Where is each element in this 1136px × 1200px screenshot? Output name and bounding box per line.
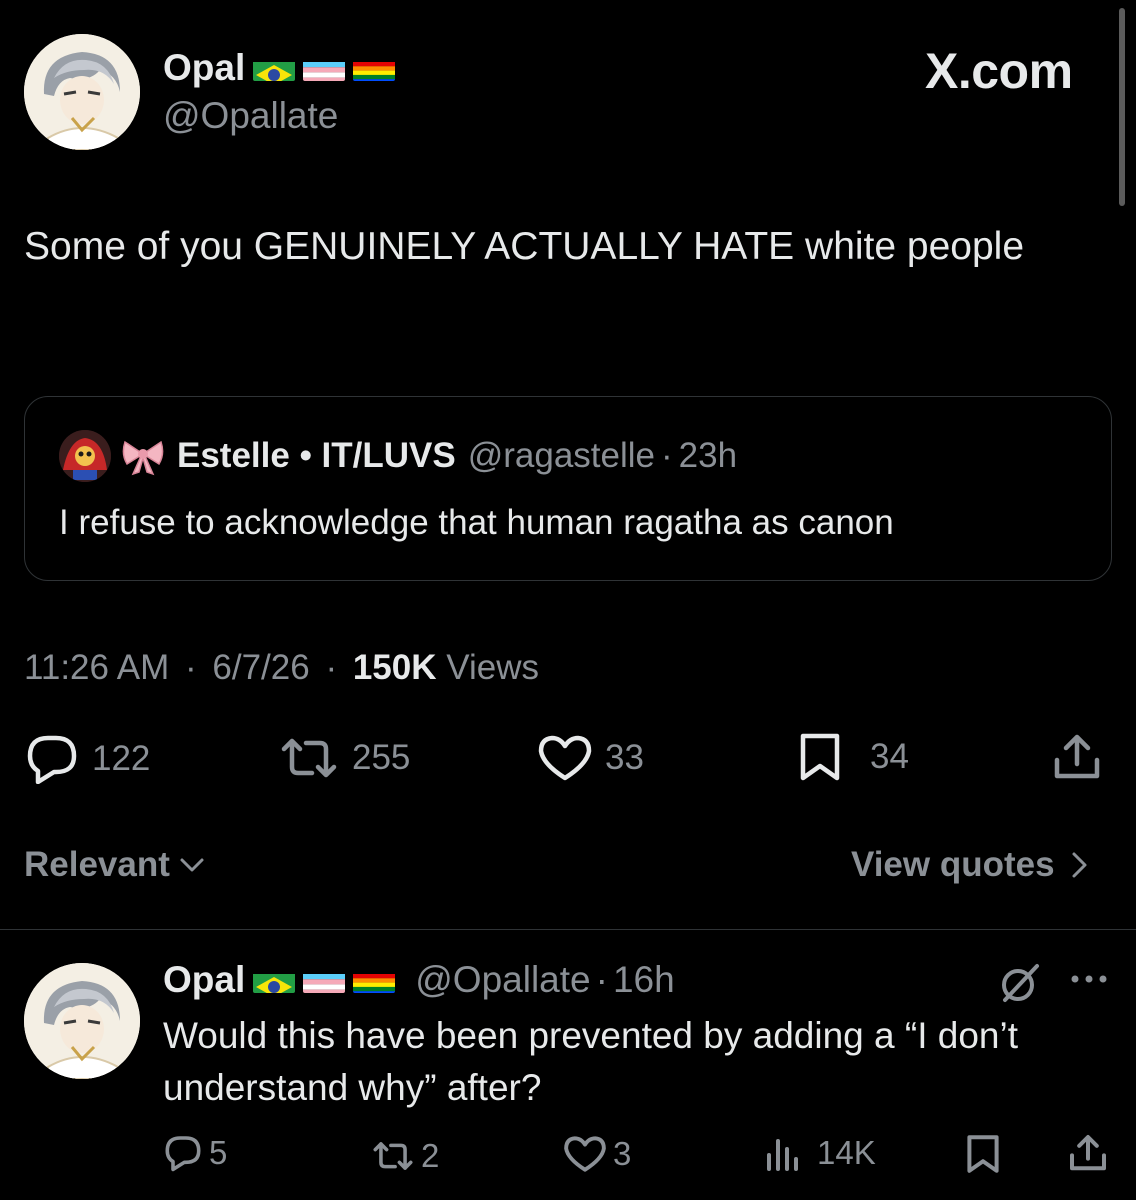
tweet-text: Some of you GENUINELY ACTUALLY HATE whit… <box>24 225 1025 268</box>
transgender-flag-icon <box>303 55 346 81</box>
reply-author-handle: @Opallate <box>415 959 591 1000</box>
quoted-author-avatar <box>59 430 111 482</box>
reply-views-count: 14K <box>817 1134 876 1171</box>
quoted-author-name: Estelle • IT/LUVS <box>177 436 456 475</box>
scrollbar[interactable] <box>1119 8 1125 206</box>
post-detail-page: Opal @Opallate X.com Some of you GENUINE… <box>0 0 1136 1200</box>
quoted-author-handle: @ragastelle <box>467 436 656 475</box>
heart-icon <box>564 1136 606 1172</box>
reply-reply-button[interactable]: 5 <box>163 1134 227 1172</box>
reply-text: Would this have been prevented by adding… <box>163 1015 1019 1108</box>
reply-repost-button[interactable]: 2 <box>371 1137 439 1175</box>
more-icon <box>1071 975 1107 983</box>
repost-icon <box>373 1142 413 1170</box>
grok-button[interactable] <box>997 960 1043 1011</box>
separator: · <box>661 436 673 475</box>
like-button[interactable]: 33 <box>537 734 644 782</box>
more-options-button[interactable] <box>1068 972 1110 991</box>
ribbon-bow-icon <box>121 436 165 476</box>
sort-dropdown[interactable]: Relevant <box>24 845 206 885</box>
sort-label: Relevant <box>24 845 170 884</box>
author-name: Opal <box>163 47 246 88</box>
heart-icon <box>538 735 592 781</box>
bookmark-icon <box>800 733 840 781</box>
reply-share-button[interactable] <box>1068 1133 1108 1178</box>
repost-count: 255 <box>352 738 411 777</box>
tweet-meta: 11:26 AM · 6/7/26 · 150K Views <box>24 648 539 688</box>
reply-author-name: Opal <box>163 959 246 1000</box>
quoted-timestamp: 23h <box>678 436 738 475</box>
quoted-tweet-header: Estelle • IT/LUVS @ragastelle · 23h <box>59 430 738 482</box>
reply-reply-count: 5 <box>209 1134 228 1171</box>
reply-repost-count: 2 <box>421 1137 440 1174</box>
reply-author-name-row[interactable]: Opal @Opallate · 16h <box>163 959 675 1001</box>
tweet-date: 6/7/26 <box>212 648 310 687</box>
views-count: 150K <box>352 648 437 687</box>
brazil-flag-icon <box>253 967 296 993</box>
share-icon <box>1070 1135 1106 1171</box>
reply-views-button[interactable]: 14K <box>765 1134 876 1172</box>
like-count: 33 <box>605 738 644 777</box>
reply-icon <box>27 735 77 784</box>
rainbow-flag-icon <box>353 55 396 81</box>
repost-icon <box>281 738 337 778</box>
reply-count: 122 <box>92 739 151 778</box>
reply-author-avatar[interactable] <box>24 963 140 1079</box>
reply-timestamp: 16h <box>612 959 675 1000</box>
view-quotes-label: View quotes <box>851 845 1055 884</box>
views-label: Views <box>446 648 539 687</box>
divider <box>0 929 1136 930</box>
reply-button[interactable]: 122 <box>24 734 150 784</box>
bookmark-icon <box>967 1135 999 1173</box>
rainbow-flag-icon <box>353 967 396 993</box>
reply-like-count: 3 <box>613 1135 632 1172</box>
quoted-tweet-text: I refuse to acknowledge that human ragat… <box>59 503 894 542</box>
view-quotes-link[interactable]: View quotes <box>851 845 1091 885</box>
transgender-flag-icon <box>303 967 346 993</box>
bookmark-button[interactable]: 34 <box>798 732 909 782</box>
analytics-icon <box>767 1139 798 1171</box>
quoted-tweet-card[interactable]: Estelle • IT/LUVS @ragastelle · 23h I re… <box>24 396 1112 581</box>
brand-watermark: X.com <box>925 43 1073 99</box>
grok-icon <box>1002 964 1039 1002</box>
brazil-flag-icon <box>253 55 296 81</box>
share-icon <box>1054 734 1100 779</box>
share-button[interactable] <box>1052 732 1102 787</box>
author-handle[interactable]: @Opallate <box>163 95 338 137</box>
chevron-down-icon <box>180 858 204 872</box>
separator: · <box>185 648 197 687</box>
author-name-row[interactable]: Opal <box>163 47 396 89</box>
repost-button[interactable]: 255 <box>278 737 410 779</box>
separator: · <box>595 959 608 1000</box>
reply-icon <box>165 1136 201 1172</box>
separator: · <box>325 648 338 687</box>
reply-like-button[interactable]: 3 <box>563 1135 631 1173</box>
tweet-time: 11:26 AM <box>24 648 170 687</box>
reply-bookmark-button[interactable] <box>964 1134 1002 1179</box>
bookmark-count: 34 <box>870 737 909 776</box>
author-avatar[interactable] <box>24 34 140 150</box>
chevron-right-icon <box>1072 852 1087 878</box>
